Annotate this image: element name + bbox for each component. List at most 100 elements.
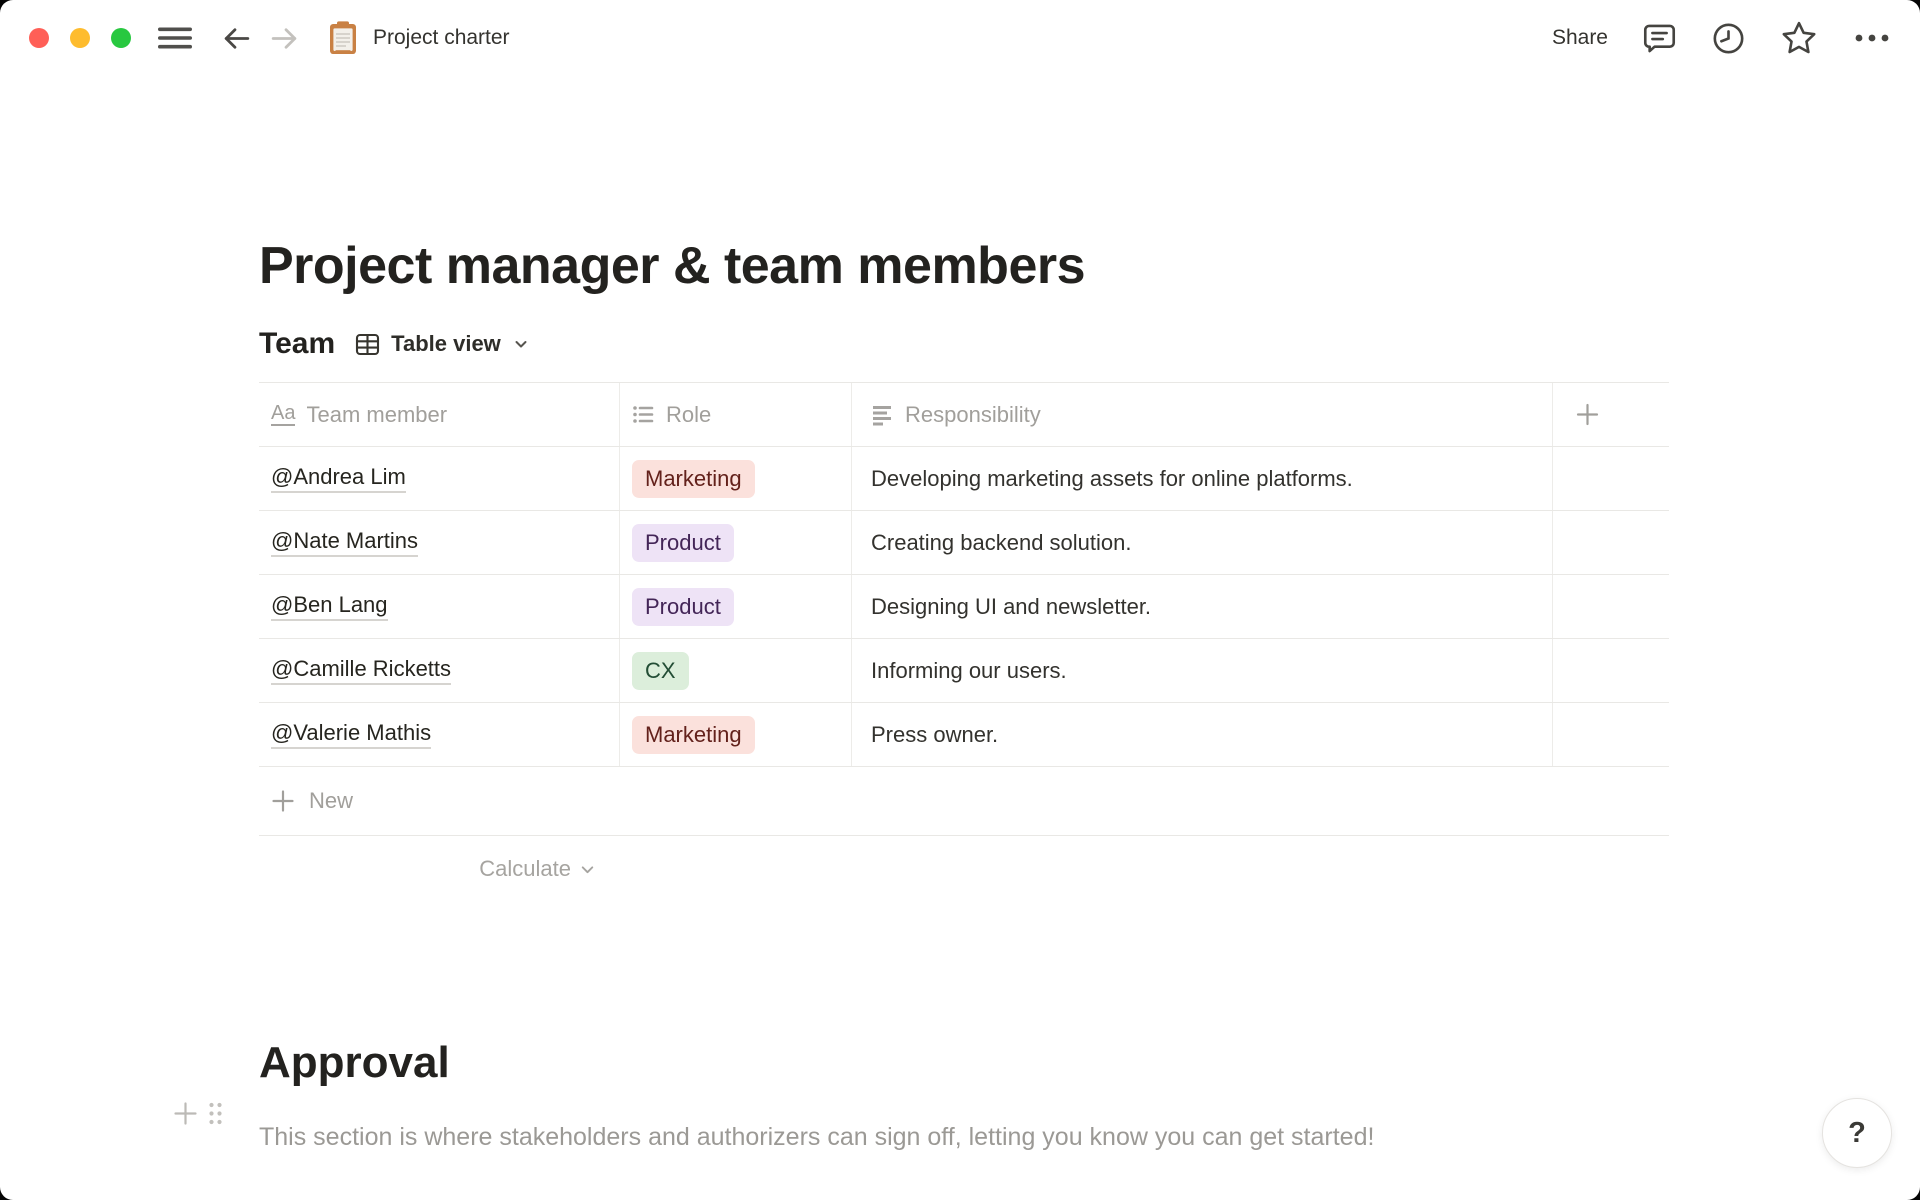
traffic-lights: [29, 28, 131, 48]
person-mention: @Andrea Lim: [271, 464, 406, 493]
back-icon: [220, 22, 253, 55]
share-button[interactable]: Share: [1552, 26, 1608, 50]
breadcrumb-doc-title[interactable]: Project charter: [373, 26, 510, 50]
history-clock-icon: [1711, 21, 1746, 56]
chevron-down-icon: [513, 336, 529, 352]
cell-role[interactable]: Product: [620, 575, 852, 638]
comment-icon: [1642, 21, 1677, 56]
column-header-role[interactable]: Role: [620, 383, 852, 446]
cell-extra[interactable]: [1553, 639, 1669, 702]
column-header-team-member[interactable]: Aa Team member: [259, 383, 620, 446]
table-row: @Nate Martins Product Creating backend s…: [259, 511, 1669, 575]
cell-role[interactable]: Marketing: [620, 447, 852, 510]
add-column-button[interactable]: [1553, 383, 1669, 446]
table-row: @Valerie Mathis Marketing Press owner.: [259, 703, 1669, 767]
responsibility-text: Creating backend solution.: [871, 529, 1132, 555]
back-button[interactable]: [220, 22, 253, 55]
cell-team-member[interactable]: @Valerie Mathis: [259, 703, 620, 766]
tab-table-view[interactable]: Table view: [354, 331, 529, 358]
role-tag: Product: [632, 523, 734, 562]
approval-paragraph[interactable]: This section is where stakeholders and a…: [259, 1112, 1439, 1162]
role-tag: Marketing: [632, 715, 755, 754]
role-tag: Marketing: [632, 459, 755, 498]
responsibility-text: Press owner.: [871, 721, 999, 747]
minimize-window-button[interactable]: [70, 28, 90, 48]
cell-team-member[interactable]: @Camille Ricketts: [259, 639, 620, 702]
responsibility-text: Designing UI and newsletter.: [871, 593, 1152, 619]
favorite-button[interactable]: [1780, 19, 1818, 57]
screen: Project charter Share Project manager & …: [0, 0, 1920, 1200]
more-options-button[interactable]: [1852, 31, 1892, 45]
team-table: Aa Team member Role Responsibility @Andr…: [259, 382, 1669, 902]
page-title[interactable]: Project manager & team members: [259, 235, 1086, 297]
new-row-button[interactable]: New: [259, 767, 1669, 836]
text-type-icon: Aa: [271, 402, 296, 426]
cell-role[interactable]: CX: [620, 639, 852, 702]
cell-extra[interactable]: [1553, 511, 1669, 574]
calculate-button[interactable]: Calculate: [259, 836, 620, 902]
plus-icon: [270, 788, 296, 814]
cell-role[interactable]: Marketing: [620, 703, 852, 766]
person-mention: @Valerie Mathis: [271, 720, 432, 749]
select-icon: [632, 403, 655, 426]
approval-heading[interactable]: Approval: [259, 1037, 450, 1090]
comments-button[interactable]: [1642, 21, 1677, 56]
forward-icon: [268, 22, 301, 55]
person-mention: @Nate Martins: [271, 528, 419, 557]
new-row-label: New: [309, 788, 354, 813]
calculate-label: Calculate: [479, 856, 571, 881]
responsibility-text: Informing our users.: [871, 657, 1067, 683]
close-window-button[interactable]: [29, 28, 49, 48]
drag-handle[interactable]: [207, 1100, 224, 1127]
chevron-down-icon: [579, 861, 596, 878]
plus-icon: [172, 1100, 199, 1127]
person-mention: @Camille Ricketts: [271, 656, 452, 685]
table-row: @Camille Ricketts CX Informing our users…: [259, 639, 1669, 703]
database-header: Team Table view: [259, 322, 529, 366]
ellipsis-icon: [1852, 31, 1892, 45]
cell-team-member[interactable]: @Ben Lang: [259, 575, 620, 638]
cell-responsibility[interactable]: Creating backend solution.: [852, 511, 1553, 574]
cell-extra[interactable]: [1553, 703, 1669, 766]
column-label: Role: [666, 401, 712, 427]
clipboard-icon: [327, 20, 359, 56]
cell-team-member[interactable]: @Nate Martins: [259, 511, 620, 574]
title-bar-actions: Share: [1552, 19, 1892, 57]
cell-extra[interactable]: [1553, 575, 1669, 638]
title-bar: Project charter Share: [0, 0, 1920, 76]
sidebar-toggle-button[interactable]: [157, 25, 193, 51]
plus-icon: [1575, 402, 1600, 427]
cell-extra[interactable]: [1553, 447, 1669, 510]
table-row: @Andrea Lim Marketing Developing marketi…: [259, 447, 1669, 511]
zoom-window-button[interactable]: [111, 28, 131, 48]
help-button[interactable]: ?: [1822, 1098, 1892, 1168]
table-view-icon: [354, 331, 381, 358]
notion-window: Project charter Share Project manager & …: [0, 0, 1920, 1200]
forward-button[interactable]: [268, 22, 301, 55]
add-block-button[interactable]: [172, 1100, 199, 1127]
cell-responsibility[interactable]: Informing our users.: [852, 639, 1553, 702]
drag-handle-icon: [207, 1100, 224, 1127]
view-tab-label: Table view: [391, 331, 501, 356]
cell-responsibility[interactable]: Developing marketing assets for online p…: [852, 447, 1553, 510]
role-tag: CX: [632, 651, 689, 690]
role-tag: Product: [632, 587, 734, 626]
person-mention: @Ben Lang: [271, 592, 388, 621]
table-header-row: Aa Team member Role Responsibility: [259, 383, 1669, 447]
cell-team-member[interactable]: @Andrea Lim: [259, 447, 620, 510]
column-label: Responsibility: [905, 401, 1041, 427]
database-title[interactable]: Team: [259, 327, 335, 361]
column-label: Team member: [306, 401, 448, 427]
column-header-responsibility[interactable]: Responsibility: [852, 383, 1553, 446]
responsibility-text: Developing marketing assets for online p…: [871, 465, 1353, 491]
cell-responsibility[interactable]: Press owner.: [852, 703, 1553, 766]
text-icon: [871, 403, 894, 426]
cell-role[interactable]: Product: [620, 511, 852, 574]
block-handles: [172, 1100, 224, 1127]
cell-responsibility[interactable]: Designing UI and newsletter.: [852, 575, 1553, 638]
hamburger-icon: [157, 25, 193, 51]
help-icon: ?: [1848, 1116, 1866, 1149]
table-row: @Ben Lang Product Designing UI and newsl…: [259, 575, 1669, 639]
updates-button[interactable]: [1711, 21, 1746, 56]
star-icon: [1780, 19, 1818, 57]
